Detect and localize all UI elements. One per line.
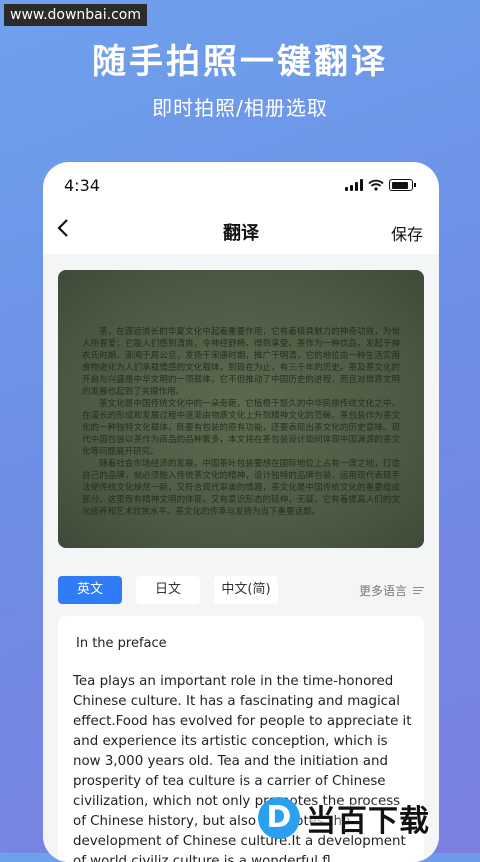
language-tabs: 英文 日文 中文(简) 更多语言 [58, 576, 424, 606]
photo-text: 茶，在源远流长的华夏文化中起着重要作用，它有着极具魅力的神奇功效，为世人所喜爱；… [82, 326, 400, 518]
more-languages-label: 更多语言 [358, 584, 407, 598]
status-time: 4:34 [64, 176, 100, 195]
photo-paragraph: 随着社会市场经济的发展，中国茶叶包装要想在国际地位上占有一席之地，打造自己的品牌… [82, 459, 400, 517]
logo-text: 当百下载 [306, 804, 430, 839]
tab-chinese-simplified[interactable]: 中文(简) [214, 576, 278, 604]
signal-icon [345, 179, 363, 191]
logo-mark: D [258, 797, 300, 839]
status-icons [345, 179, 416, 191]
nav-bar: 翻译 保存 [43, 217, 439, 247]
brand-logo: D 当百下载 [258, 795, 430, 841]
site-watermark: www.downbai.com [4, 4, 147, 26]
tab-english[interactable]: 英文 [58, 576, 122, 604]
phone-frame: 4:34 翻译 保存 茶，在源远流长的华夏文化中起着重要作用，它有着极具魅力的神… [43, 162, 439, 862]
captured-photo: 茶，在源远流长的华夏文化中起着重要作用，它有着极具魅力的神奇功效，为世人所喜爱；… [58, 270, 424, 548]
tab-japanese[interactable]: 日文 [136, 576, 200, 604]
battery-icon [389, 179, 416, 191]
save-button[interactable]: 保存 [391, 221, 423, 245]
wifi-icon [368, 179, 384, 191]
hero-subtitle: 即时拍照/相册选取 [152, 96, 328, 120]
photo-paragraph: 茶文化是中国传统文化中的一朵奇葩，它植根于悠久的中华民族传统文化之中，在漫长的形… [82, 399, 400, 457]
main-content: 茶，在源远流长的华夏文化中起着重要作用，它有着极具魅力的神奇功效，为世人所喜爱；… [43, 254, 439, 862]
more-languages-button[interactable]: 更多语言 [359, 582, 424, 599]
page-title: 翻译 [223, 223, 259, 244]
menu-lines-icon [413, 586, 424, 595]
status-bar: 4:34 [43, 176, 439, 196]
translation-heading: In the preface [76, 636, 167, 651]
hero-title: 随手拍照一键翻译 [92, 42, 388, 82]
photo-paragraph: 茶，在源远流长的华夏文化中起着重要作用，它有着极具魅力的神奇功效，为世人所喜爱；… [82, 327, 400, 397]
